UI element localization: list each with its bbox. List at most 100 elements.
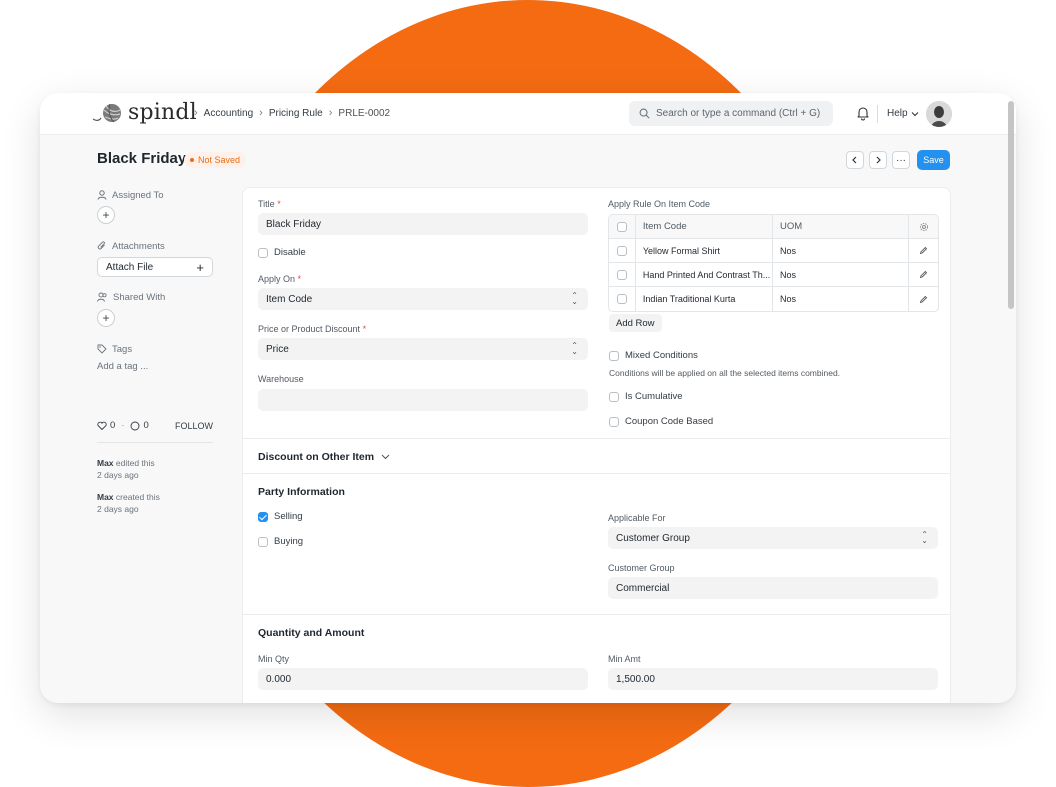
pencil-icon [919, 295, 928, 303]
checkbox-box [609, 416, 619, 427]
buying-label: Buying [274, 536, 304, 547]
add-share-button[interactable]: + [97, 309, 115, 327]
item-code-cell[interactable]: Hand Printed And Contrast Th... [636, 263, 773, 286]
sidebar-divider [97, 442, 213, 443]
section-title: Discount on Other Item [258, 451, 375, 463]
add-row-button[interactable]: Add Row [609, 314, 662, 332]
checkbox-box [616, 269, 627, 280]
column-header-item-code: Item Code [636, 215, 773, 238]
apply-on-label-text: Apply On [258, 274, 296, 284]
min-amt-input[interactable]: 1,500.00 [608, 668, 938, 690]
min-amt-label: Min Amt [608, 654, 641, 664]
more-actions-button[interactable]: ··· [892, 151, 910, 169]
mixed-conditions-label: Mixed Conditions [625, 350, 698, 361]
buying-checkbox[interactable]: Buying [258, 536, 303, 547]
customer-group-input[interactable]: Commercial [608, 577, 938, 599]
is-cumulative-checkbox[interactable]: Is Cumulative [609, 391, 683, 402]
previous-record-button[interactable] [846, 151, 864, 169]
likes-comments-row: 0 · 0 FOLLOW [97, 420, 213, 431]
table-header: Item Code UOM [609, 215, 938, 239]
title-input[interactable]: Black Friday [258, 213, 588, 235]
price-discount-select[interactable]: Price ⌃ ⌄ [258, 338, 588, 360]
uom-cell[interactable]: Nos [773, 263, 910, 286]
breadcrumb: › Accounting › Pricing Rule › PRLE-0002 [188, 107, 390, 119]
comment-count: 0 [143, 420, 149, 431]
table-row[interactable]: Indian Traditional Kurta Nos [609, 287, 938, 311]
help-label: Help [887, 108, 908, 119]
form-card: Title * Black Friday Disable Apply On * … [242, 187, 951, 703]
status-dot [190, 158, 194, 162]
select-arrows-icon: ⌃ ⌄ [921, 530, 928, 545]
brand-logo[interactable]: spindl [92, 100, 197, 125]
checkbox-box [258, 247, 268, 258]
select-all-cell[interactable] [609, 215, 636, 238]
section-discount-other-item[interactable]: Discount on Other Item [258, 451, 390, 463]
apply-on-select[interactable]: Item Code ⌃ ⌄ [258, 288, 588, 310]
edit-row-button[interactable] [909, 287, 938, 311]
page-title: Black Friday [97, 150, 187, 167]
comment-icon [131, 421, 140, 430]
search-icon [639, 108, 650, 119]
item-code-cell[interactable]: Indian Traditional Kurta [636, 287, 773, 311]
notification-bell-icon[interactable] [855, 105, 871, 121]
status-text: Not Saved [198, 155, 241, 165]
select-arrows-icon: ⌃ ⌄ [571, 341, 578, 356]
apply-rule-label: Apply Rule On Item Code [608, 199, 711, 209]
is-cumulative-label: Is Cumulative [625, 391, 683, 402]
price-discount-value: Price [266, 343, 289, 355]
add-assignee-button[interactable]: + [97, 206, 115, 224]
row-select-cell[interactable] [609, 263, 636, 286]
activity-item: Max created this 2 days ago [97, 491, 160, 515]
like-counter[interactable]: 0 · 0 [97, 420, 149, 431]
required-marker: * [362, 324, 367, 334]
page-scrollbar[interactable] [1008, 101, 1014, 309]
chevron-right-icon: › [328, 107, 333, 119]
pencil-icon [919, 270, 928, 279]
save-button[interactable]: Save [917, 150, 950, 170]
plus-icon: + [196, 259, 204, 275]
required-marker: * [277, 199, 281, 209]
price-discount-label-text: Price or Product Discount [258, 324, 361, 334]
uom-cell[interactable]: Nos [773, 287, 910, 311]
like-count: 0 [110, 420, 116, 431]
follow-button[interactable]: FOLLOW [175, 421, 213, 431]
breadcrumb-accounting[interactable]: Accounting [204, 108, 253, 119]
edit-row-button[interactable] [909, 239, 938, 262]
avatar[interactable] [926, 101, 952, 127]
activity-action: edited this [113, 458, 155, 468]
breadcrumb-pricing-rule[interactable]: Pricing Rule [269, 108, 323, 119]
mixed-conditions-checkbox[interactable]: Mixed Conditions [609, 350, 698, 361]
item-code-cell[interactable]: Yellow Formal Shirt [636, 239, 773, 262]
breadcrumb-record[interactable]: PRLE-0002 [338, 108, 390, 119]
attach-file-label: Attach File [106, 261, 154, 273]
users-icon [97, 292, 107, 302]
selling-checkbox[interactable]: Selling [258, 511, 303, 522]
attach-file-button[interactable]: Attach File + [97, 257, 213, 277]
search-input[interactable]: Search or type a command (Ctrl + G) [629, 101, 833, 126]
column-settings-button[interactable] [909, 215, 938, 238]
activity-action: created this [113, 492, 160, 502]
applicable-for-select[interactable]: Customer Group ⌃ ⌄ [608, 527, 938, 549]
search-placeholder: Search or type a command (Ctrl + G) [656, 108, 821, 119]
checkbox-box [258, 511, 268, 522]
chevron-down-icon [911, 111, 918, 116]
next-record-button[interactable] [869, 151, 887, 169]
plus-icon: + [102, 311, 110, 325]
table-row[interactable]: Yellow Formal Shirt Nos [609, 239, 938, 263]
disable-label: Disable [274, 247, 306, 258]
select-arrows-icon: ⌃ ⌄ [571, 291, 578, 306]
pencil-icon [919, 246, 928, 255]
section-divider [243, 473, 950, 474]
uom-cell[interactable]: Nos [773, 239, 910, 262]
yarn-ball-icon [92, 103, 121, 122]
row-select-cell[interactable] [609, 287, 636, 311]
disable-checkbox[interactable]: Disable [258, 247, 306, 258]
add-tag-link[interactable]: Add a tag ... [97, 361, 148, 372]
coupon-code-checkbox[interactable]: Coupon Code Based [609, 416, 713, 427]
min-qty-input[interactable]: 0.000 [258, 668, 588, 690]
edit-row-button[interactable] [909, 263, 938, 286]
row-select-cell[interactable] [609, 239, 636, 262]
help-dropdown[interactable]: Help [887, 108, 919, 119]
warehouse-input[interactable] [258, 389, 588, 411]
table-row[interactable]: Hand Printed And Contrast Th... Nos [609, 263, 938, 287]
